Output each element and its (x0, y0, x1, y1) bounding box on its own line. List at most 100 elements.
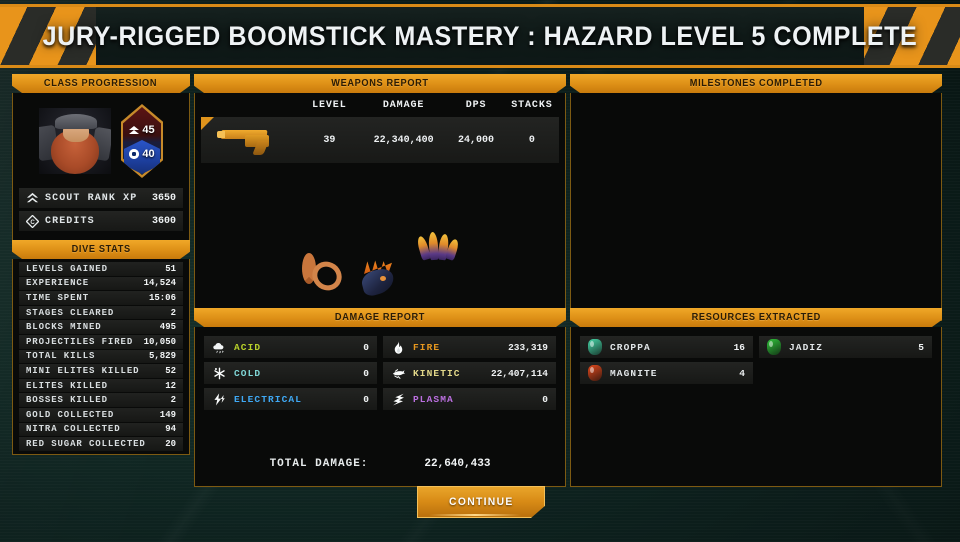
resources-title: RESOURCES EXTRACTED (691, 312, 821, 323)
credits-row: C CREDITS 3600 (19, 211, 183, 231)
scout-rank-xp-value: 3650 (151, 192, 176, 204)
magnite-gem-icon (588, 365, 602, 381)
dive-stat-label: TIME SPENT (26, 292, 90, 303)
dive-stat-value: 5,829 (148, 351, 176, 362)
weapons-report-title: WEAPONS REPORT (331, 78, 429, 89)
dive-stat-row: TOTAL KILLS 5,829 (19, 349, 183, 364)
continue-button[interactable]: CONTINUE (417, 486, 545, 518)
damage-report-body: ACID 0 FIRE 233,319 COLD 0 KINETIC 22,407,114 EL… (194, 327, 566, 487)
total-damage-value: 22,640,433 (424, 458, 491, 470)
scout-rank-xp-row: SCOUT RANK XP 3650 (19, 188, 183, 208)
resources-extracted-panel: RESOURCES EXTRACTED CROPPA 16 JADIZ 5 MAGNIT… (570, 308, 942, 487)
portrait-row: 45 40 (13, 93, 189, 185)
dive-stat-label: TOTAL KILLS (26, 351, 96, 362)
damage-type-value: 0 (363, 367, 369, 379)
dive-stat-row: RED SUGAR COLLECTED 20 (19, 437, 183, 451)
column-dps: DPS (465, 99, 487, 111)
weapons-table-header: LEVEL DAMAGE DPS STACKS (195, 93, 565, 117)
dive-stat-label: ELITES KILLED (26, 380, 108, 391)
weapon-stacks: 0 (528, 134, 535, 146)
class-progression-body: 45 40 SCOUT RANK XP 3650 C CREDITS 3600 (12, 93, 190, 245)
column-stacks: STACKS (511, 99, 553, 111)
resource-row: JADIZ 5 (759, 336, 932, 358)
credits-label: CREDITS (45, 215, 95, 227)
pretzel-artifact-icon[interactable] (302, 253, 342, 302)
acid-icon (212, 340, 227, 355)
dive-stat-row: MINI ELITES KILLED 52 (19, 364, 183, 378)
dive-stats-panel: DIVE STATS LEVELS GAINED 51 EXPERIENCE 14,5… (12, 240, 190, 455)
scout-rank-xp-label: SCOUT RANK XP (45, 192, 138, 204)
credits-icon: C (26, 214, 39, 228)
resource-value: 16 (733, 341, 745, 353)
resource-row: CROPPA 16 (580, 336, 753, 358)
damage-type-row: KINETIC 22,407,114 (383, 362, 556, 384)
damage-type-row: COLD 0 (204, 362, 377, 384)
damage-type-grid: ACID 0 FIRE 233,319 COLD 0 KINETIC 22,407,114 EL… (195, 327, 565, 410)
column-level: LEVEL (312, 99, 347, 111)
weapon-level: 39 (323, 134, 336, 146)
resources-header: RESOURCES EXTRACTED (570, 308, 942, 327)
class-progression-title: CLASS PROGRESSION (44, 78, 158, 89)
dive-stat-row: NITRA COLLECTED 94 (19, 422, 183, 437)
weapon-dps: 24,000 (458, 134, 495, 146)
weapons-report-panel: WEAPONS REPORT LEVEL DAMAGE DPS STACKS 3… (194, 74, 566, 321)
column-damage: DAMAGE (382, 99, 425, 111)
page-title: JURY-RIGGED BOOMSTICK MASTERY : HAZARD L… (42, 20, 918, 51)
avatar (39, 108, 111, 174)
avatar-helmet (55, 114, 97, 129)
damage-type-label: PLASMA (413, 393, 454, 405)
damage-type-value: 0 (542, 393, 548, 405)
credits-value: 3600 (151, 215, 176, 227)
dive-stat-value: 12 (165, 380, 176, 391)
dive-stat-value: 52 (165, 365, 176, 376)
rank-badge: 45 40 (121, 104, 163, 178)
dive-stat-label: GOLD COLLECTED (26, 409, 115, 420)
table-row[interactable]: 39 22,340,400 24,000 0 (201, 117, 559, 163)
damage-type-label: ACID (234, 341, 262, 353)
dive-stat-value: 149 (159, 409, 176, 420)
dive-stat-row: TIME SPENT 15:06 (19, 291, 183, 305)
plasma-icon (391, 392, 406, 407)
dive-stat-row: BLOCKS MINED 495 (19, 320, 183, 334)
damage-report-panel: DAMAGE REPORT ACID 0 FIRE 233,319 COLD 0 KINET… (194, 308, 566, 487)
dive-stat-value: 51 (165, 263, 176, 274)
cube-rank-icon (129, 149, 140, 159)
dive-stat-value: 15:06 (148, 292, 176, 303)
resource-grid: CROPPA 16 JADIZ 5 MAGNITE 4 (571, 327, 941, 384)
dive-stat-value: 10,050 (143, 336, 176, 347)
shotgun-muzzle (217, 131, 225, 138)
resource-label: JADIZ (789, 341, 824, 353)
dive-stats-header: DIVE STATS (12, 240, 190, 259)
title-banner: JURY-RIGGED BOOMSTICK MASTERY : HAZARD L… (0, 4, 960, 68)
resource-label: MAGNITE (610, 367, 658, 379)
weapon-icon-cell (201, 127, 299, 155)
class-progression-panel: CLASS PROGRESSION 45 40 SCOUT RANK XP 36… (12, 74, 190, 245)
electrical-icon (212, 392, 227, 407)
resource-value: 4 (739, 367, 745, 379)
damage-type-row: PLASMA 0 (383, 388, 556, 410)
dive-stat-label: MINI ELITES KILLED (26, 365, 140, 376)
damage-type-label: COLD (234, 367, 262, 379)
damage-type-label: FIRE (413, 341, 441, 353)
pretzel-shape (302, 253, 316, 284)
svg-text:C: C (30, 219, 35, 225)
weapons-report-header: WEAPONS REPORT (194, 74, 566, 93)
shotgun-icon (215, 127, 277, 155)
creature-head-artifact-icon[interactable] (359, 260, 400, 302)
damage-type-label: KINETIC (413, 367, 461, 379)
weapons-report-body: LEVEL DAMAGE DPS STACKS 39 22,340,400 24… (194, 93, 566, 321)
milestones-title: MILESTONES COMPLETED (689, 78, 823, 89)
dive-stat-label: RED SUGAR COLLECTED (26, 438, 146, 449)
resources-body: CROPPA 16 JADIZ 5 MAGNITE 4 (570, 327, 942, 487)
total-damage-label: TOTAL DAMAGE: (269, 458, 369, 470)
rank-secondary-value: 40 (142, 148, 155, 160)
milestones-header: MILESTONES COMPLETED (570, 74, 942, 93)
dive-stat-value: 2 (170, 307, 176, 318)
claws-artifact-icon[interactable] (415, 231, 461, 302)
dive-stats-title: DIVE STATS (71, 244, 131, 255)
dive-stat-label: BOSSES KILLED (26, 395, 108, 406)
milestones-body (570, 93, 942, 321)
fire-icon (391, 340, 406, 355)
dive-stat-value: 495 (159, 322, 176, 333)
artifact-row (195, 231, 565, 302)
